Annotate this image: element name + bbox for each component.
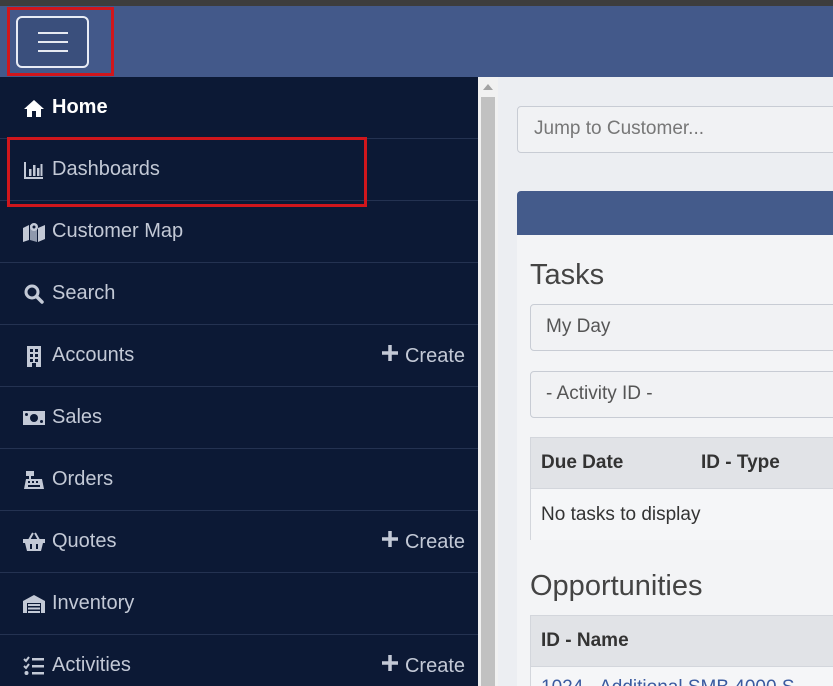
sidebar-item-label: Home [52,96,108,118]
activity-id-select[interactable]: - Activity ID - [530,371,833,418]
create-quote-button[interactable]: Create [381,511,465,573]
tasks-table: Due Date ID - Type No tasks to display [530,437,833,540]
plus-icon [381,344,399,368]
sidebar-item-label: Accounts [52,344,135,366]
sidebar-item-sales[interactable]: Sales [0,387,478,449]
create-activity-button[interactable]: Create [381,635,465,686]
panel-header [517,191,833,235]
sidebar-item-home[interactable]: Home [0,77,478,139]
table-header-row: Due Date ID - Type [531,438,833,489]
highlight-menu-button [7,7,114,76]
column-header-id-type[interactable]: ID - Type [701,452,780,474]
day-filter-select[interactable]: My Day [530,304,833,351]
map-icon [22,221,46,243]
table-header-row: ID - Name [531,616,833,667]
highlight-dashboards [7,137,367,207]
sidebar-item-label: Customer Map [52,220,184,242]
plus-icon [381,654,399,678]
jump-to-customer-input[interactable]: Jump to Customer... [517,106,833,153]
basket-icon [22,531,46,553]
create-label: Create [404,344,465,367]
scroll-up-arrow-icon[interactable] [483,84,493,90]
scrollbar-thumb[interactable] [481,97,495,686]
sidebar-item-accounts[interactable]: Accounts Create [0,325,478,387]
sidebar-item-inventory[interactable]: Inventory [0,573,478,635]
main-content: Jump to Customer... Tasks My Day - Activ… [498,77,833,686]
sidebar-item-quotes[interactable]: Quotes Create [0,511,478,573]
create-label: Create [404,530,465,553]
home-icon [22,97,46,119]
cash-register-icon [22,469,46,491]
sidebar-item-activities[interactable]: Activities Create [0,635,478,686]
sidebar-item-label: Orders [52,468,114,490]
sidebar-item-search[interactable]: Search [0,263,478,325]
building-icon [22,345,46,367]
create-account-button[interactable]: Create [381,325,465,387]
sidebar-item-customer-map[interactable]: Customer Map [0,201,478,263]
sidebar-item-label: Activities [52,654,131,676]
column-header-id-name[interactable]: ID - Name [541,630,629,652]
warehouse-icon [22,593,46,615]
opportunities-heading: Opportunities [530,570,703,602]
create-label: Create [404,654,465,677]
sidebar-item-label: Search [52,282,116,304]
plus-icon [381,530,399,554]
empty-tasks-message: No tasks to display [531,489,833,540]
money-icon [22,407,46,429]
sidebar-item-label: Sales [52,406,103,428]
sidebar-item-label: Inventory [52,592,135,614]
column-header-due-date[interactable]: Due Date [531,452,701,474]
top-navbar [0,6,833,77]
task-list-icon [22,655,46,677]
tasks-panel: Tasks My Day - Activity ID - Due Date ID… [517,235,833,686]
search-icon [22,283,46,305]
sidebar-scrollbar[interactable] [478,77,498,686]
opportunity-link[interactable]: 1024 - Additional SMB 4000 S [531,667,833,686]
sidebar-item-label: Quotes [52,530,117,552]
sidebar-item-orders[interactable]: Orders [0,449,478,511]
tasks-heading: Tasks [530,259,605,291]
opportunities-table: ID - Name 1024 - Additional SMB 4000 S [530,615,833,686]
